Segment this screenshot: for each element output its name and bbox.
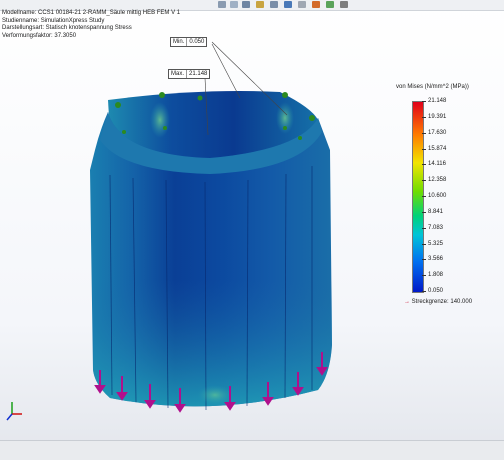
legend-tick-label: 21.148 (421, 98, 447, 104)
legend-tick-label: 0.050 (421, 288, 444, 294)
min-label: Min. (173, 39, 185, 45)
legend-tick-label: 8.841 (421, 208, 444, 215)
yield-arrow-icon: → (404, 299, 410, 305)
legend-tick-label: 7.083 (421, 224, 444, 231)
legend-tick-label: 5.325 (421, 240, 444, 247)
legend-color-bar (412, 101, 424, 293)
legend-tick-label: 10.600 (421, 193, 447, 199)
legend-tick-label: 19.391 (421, 113, 447, 120)
coordinate-triad (6, 402, 22, 421)
yield-strength-label: → Streckgrenze: 140.000 (404, 299, 472, 305)
legend-title: von Mises (N/mm^2 (MPa)) (396, 84, 469, 90)
legend-tick-label: 14.116 (422, 161, 446, 168)
legend-tick-label: 12.358 (421, 177, 447, 184)
status-bar (0, 440, 504, 460)
legend-tick-label: 17.630 (421, 129, 447, 136)
min-probe-label[interactable]: Min. 0.050 (170, 37, 208, 47)
max-value: 21.148 (186, 70, 207, 78)
legend-tick-label: 15.874 (421, 145, 447, 152)
legend-tick-label: 1.808 (421, 272, 444, 279)
graphics-viewport[interactable]: Modellname: CCS1 00184-21 2-RAMM_Säule m… (0, 0, 504, 460)
max-label: Max. (171, 71, 185, 77)
max-probe-label[interactable]: Max. 21.148 (168, 69, 211, 79)
min-value: 0.050 (186, 38, 204, 46)
yield-text: Streckgrenze: 140.000 (411, 299, 473, 305)
legend-tick-label: 3.566 (421, 256, 444, 263)
